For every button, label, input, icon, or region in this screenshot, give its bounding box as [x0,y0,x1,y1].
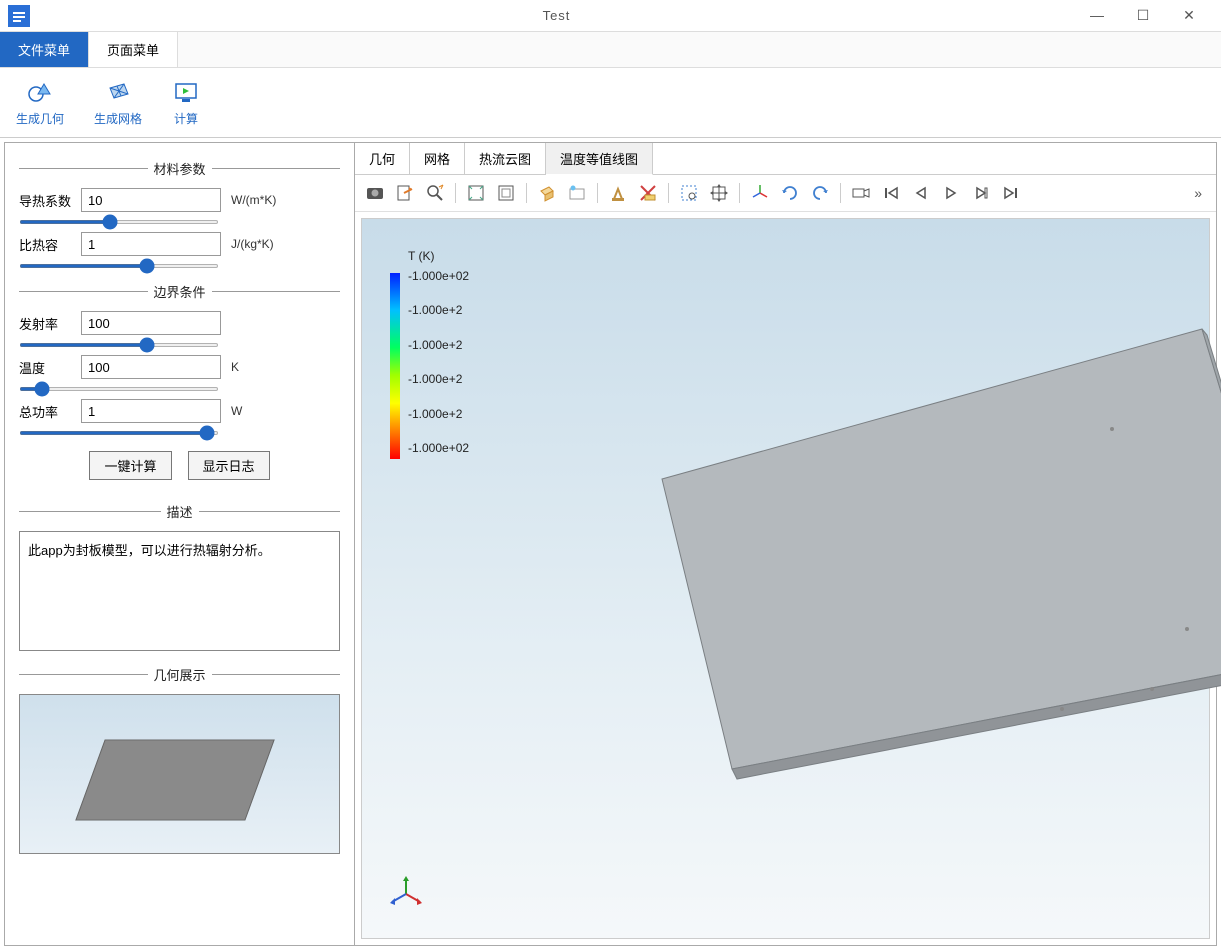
temperature-input[interactable] [81,355,221,379]
minimize-button[interactable]: — [1083,7,1111,24]
ribbon-tabs: 文件菜单 页面菜单 [0,32,1221,68]
rotate-ccw-icon[interactable] [778,181,802,205]
power-unit: W [231,404,301,418]
app-icon [8,5,30,27]
graphics-viewport[interactable]: T (K) -1.000e+02 -1.000e+2 -1.000e+2 -1.… [361,218,1210,939]
tab-file-menu[interactable]: 文件菜单 [0,32,89,67]
toolbar-overflow-icon[interactable]: » [1188,185,1208,201]
geometry-preview[interactable] [19,694,340,854]
next-frame-icon[interactable] [969,181,993,205]
title-bar: Test — ☐ ✕ [0,0,1221,32]
zoom-icon[interactable] [423,181,447,205]
legend-colorbar [390,273,400,459]
zoom-extents-icon[interactable] [464,181,488,205]
clear-icon[interactable] [606,181,630,205]
geom-preview-section-label: 几何展示 [154,665,206,684]
view-tab-geometry[interactable]: 几何 [355,143,410,174]
thermal-label: 导热系数 [19,191,71,210]
emissivity-label: 发射率 [19,314,71,333]
play-icon[interactable] [939,181,963,205]
ribbon-toolbar: 生成几何 生成网格 计算 [0,68,1221,138]
legend-tick: -1.000e+2 [408,338,469,352]
generate-mesh-label: 生成网格 [94,110,142,127]
color-legend: T (K) -1.000e+02 -1.000e+2 -1.000e+2 -1.… [390,249,469,455]
compute-icon [172,78,200,106]
measure-icon[interactable] [636,181,660,205]
zoom-box-icon[interactable] [494,181,518,205]
emissivity-input[interactable] [81,311,221,335]
power-input[interactable] [81,399,221,423]
legend-tick: -1.000e+2 [408,372,469,386]
emissivity-slider[interactable] [19,343,219,347]
specific-unit: J/(kg*K) [231,237,301,251]
first-frame-icon[interactable] [879,181,903,205]
axis-indicator-icon [386,874,426,914]
generate-mesh-button[interactable]: 生成网格 [88,74,148,131]
material-section-label: 材料参数 [154,159,206,178]
last-frame-icon[interactable] [999,181,1023,205]
specific-slider[interactable] [19,264,219,268]
legend-tick: -1.000e+02 [408,269,469,283]
temperature-slider[interactable] [19,387,219,391]
specific-input[interactable] [81,232,221,256]
mesh-icon [104,78,132,106]
camera-icon[interactable] [849,181,873,205]
axis-triad-icon[interactable] [748,181,772,205]
legend-tick: -1.000e+2 [408,303,469,317]
compute-label: 计算 [174,110,198,127]
power-label: 总功率 [19,402,71,421]
close-button[interactable]: ✕ [1175,7,1203,24]
right-panel: 几何 网格 热流云图 温度等值线图 [355,143,1216,945]
temperature-unit: K [231,360,301,374]
export-icon[interactable] [393,181,417,205]
geometry-icon [26,78,54,106]
show-log-button[interactable]: 显示日志 [188,451,270,480]
view-tab-mesh[interactable]: 网格 [410,143,465,174]
box-select-icon[interactable] [535,181,559,205]
snapshot-icon[interactable] [363,181,387,205]
preview-plate [75,740,274,821]
window-title: Test [30,8,1083,23]
graphics-toolbar: » [355,175,1216,212]
one-click-compute-button[interactable]: 一键计算 [89,451,171,480]
maximize-button[interactable]: ☐ [1129,7,1157,24]
thermal-unit: W/(m*K) [231,193,301,207]
thermal-slider[interactable] [19,220,219,224]
selection-box-icon[interactable] [677,181,701,205]
pan-icon[interactable] [707,181,731,205]
boundary-section-label: 边界条件 [154,282,206,301]
description-section-label: 描述 [167,502,193,521]
transparency-icon[interactable] [565,181,589,205]
thermal-input[interactable] [81,188,221,212]
legend-tick: -1.000e+02 [408,441,469,455]
legend-tick: -1.000e+2 [408,407,469,421]
plate-3d-model [642,309,1221,809]
description-box: 此app为封板模型，可以进行热辐射分析。 [19,531,340,651]
tab-page-menu[interactable]: 页面菜单 [89,32,178,67]
generate-geometry-button[interactable]: 生成几何 [10,74,70,131]
view-tab-contour[interactable]: 热流云图 [465,143,546,174]
view-tabs: 几何 网格 热流云图 温度等值线图 [355,143,1216,175]
prev-frame-icon[interactable] [909,181,933,205]
specific-label: 比热容 [19,235,71,254]
view-tab-isotherm[interactable]: 温度等值线图 [546,143,653,175]
temperature-label: 温度 [19,358,71,377]
left-panel: 材料参数 导热系数 W/(m*K) 比热容 J/(kg*K) 边界条件 发射率 … [5,143,355,945]
compute-button[interactable]: 计算 [166,74,206,131]
legend-title: T (K) [408,249,469,263]
generate-geometry-label: 生成几何 [16,110,64,127]
power-slider[interactable] [19,431,219,435]
rotate-cw-icon[interactable] [808,181,832,205]
